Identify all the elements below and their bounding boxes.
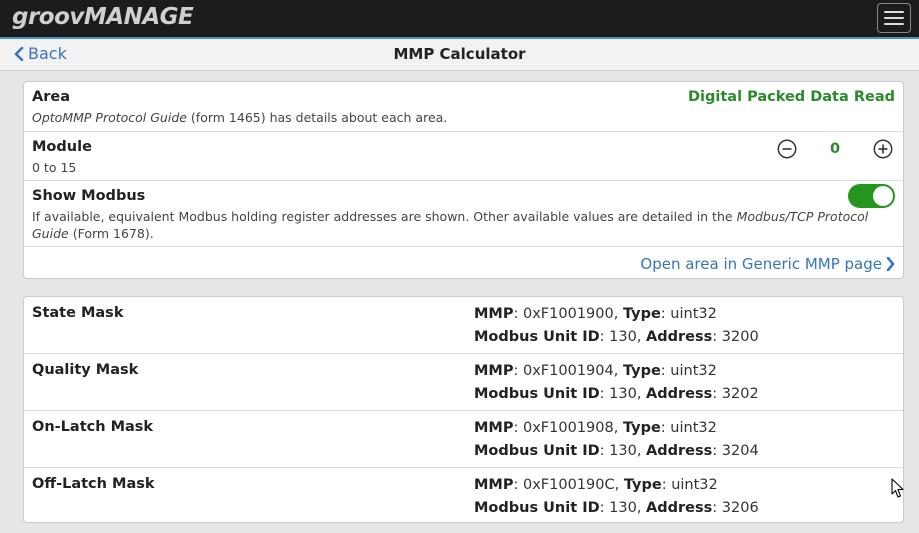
address-key: Address xyxy=(646,328,713,345)
table-row: Quality Mask MMP: 0xF1001904, Type: uint… xyxy=(24,353,903,410)
menu-button[interactable] xyxy=(877,3,911,33)
groov-manage-logo: groovMANAGE xyxy=(12,4,194,30)
results-panel: State Mask MMP: 0xF1001900, Type: uint32… xyxy=(23,296,904,523)
link-row: Open area in Generic MMP page xyxy=(24,246,903,279)
open-generic-mmp-label: Open area in Generic MMP page xyxy=(640,255,882,273)
result-info: MMP: 0xF1001904, Type: uint32 Modbus Uni… xyxy=(474,363,759,402)
mmp-key: MMP xyxy=(474,477,514,493)
unit-id-value: 130 xyxy=(609,499,637,516)
type-key: Type xyxy=(622,306,661,322)
plus-circle-icon[interactable] xyxy=(873,139,893,159)
result-info: MMP: 0xF1001908, Type: uint32 Modbus Uni… xyxy=(474,420,759,459)
mmp-value: 0xF1001904 xyxy=(523,363,614,379)
nav-bar: Back MMP Calculator xyxy=(0,39,919,71)
address-key: Address xyxy=(646,385,713,402)
area-label: Area xyxy=(32,89,70,105)
address-value: 3206 xyxy=(721,499,759,516)
chevron-right-icon xyxy=(886,257,895,271)
mmp-value: 0xF100190C xyxy=(523,477,615,493)
unit-id-value: 130 xyxy=(609,442,637,459)
table-row: State Mask MMP: 0xF1001900, Type: uint32… xyxy=(24,297,903,353)
unit-id-value: 130 xyxy=(609,385,637,402)
unit-id-value: 130 xyxy=(609,328,637,345)
toggle-knob xyxy=(873,186,893,206)
address-key: Address xyxy=(646,442,713,459)
modbus-description: If available, equivalent Modbus holding … xyxy=(32,209,882,242)
result-name: Off-Latch Mask xyxy=(32,476,155,492)
hamburger-icon xyxy=(884,11,904,13)
modbus-desc-part1: If available, equivalent Modbus holding … xyxy=(32,209,737,224)
result-name: State Mask xyxy=(32,305,124,321)
result-info: MMP: 0xF1001900, Type: uint32 Modbus Uni… xyxy=(474,306,759,345)
modbus-desc-part2: (Form 1678). xyxy=(68,225,154,241)
module-label: Module xyxy=(32,139,92,155)
area-description: OptoMMP Protocol Guide (form 1465) has d… xyxy=(32,110,447,125)
result-name: Quality Mask xyxy=(32,362,139,378)
address-value: 3202 xyxy=(721,385,759,402)
address-value: 3200 xyxy=(721,328,759,345)
mmp-value: 0xF1001908 xyxy=(523,420,614,436)
top-app-bar: groovMANAGE xyxy=(0,0,919,37)
open-generic-mmp-link[interactable]: Open area in Generic MMP page xyxy=(640,255,895,273)
table-row: Off-Latch Mask MMP: 0xF100190C, Type: ui… xyxy=(24,467,903,523)
unit-id-key: Modbus Unit ID xyxy=(474,499,600,516)
unit-id-key: Modbus Unit ID xyxy=(474,442,600,459)
unit-id-key: Modbus Unit ID xyxy=(474,328,600,345)
settings-panel: Area OptoMMP Protocol Guide (form 1465) … xyxy=(23,81,904,279)
module-range: 0 to 15 xyxy=(32,160,77,175)
type-value: uint32 xyxy=(670,363,717,379)
result-name: On-Latch Mask xyxy=(32,419,154,435)
type-value: uint32 xyxy=(670,306,717,322)
area-value: Digital Packed Data Read xyxy=(688,89,895,105)
logo-part2: MANAGE xyxy=(83,4,194,30)
unit-id-key: Modbus Unit ID xyxy=(474,385,600,402)
address-value: 3204 xyxy=(721,442,759,459)
modbus-row: Show Modbus If available, equivalent Mod… xyxy=(24,180,903,246)
module-row: Module 0 to 15 0 xyxy=(24,131,903,180)
mmp-key: MMP xyxy=(474,306,514,322)
mouse-pointer-icon xyxy=(891,478,904,498)
type-value: uint32 xyxy=(671,477,718,493)
address-key: Address xyxy=(646,499,713,516)
area-row[interactable]: Area OptoMMP Protocol Guide (form 1465) … xyxy=(24,82,903,131)
module-value: 0 xyxy=(829,141,841,157)
minus-circle-icon[interactable] xyxy=(777,139,797,159)
page-title: MMP Calculator xyxy=(393,45,526,63)
modbus-label: Show Modbus xyxy=(32,188,146,204)
table-row: On-Latch Mask MMP: 0xF1001908, Type: uin… xyxy=(24,410,903,467)
module-stepper: 0 xyxy=(777,139,893,159)
type-key: Type xyxy=(622,420,661,436)
mmp-key: MMP xyxy=(474,420,514,436)
area-doc-title: OptoMMP Protocol Guide xyxy=(32,110,187,125)
mmp-key: MMP xyxy=(474,363,514,379)
result-info: MMP: 0xF100190C, Type: uint32 Modbus Uni… xyxy=(474,477,759,516)
type-key: Type xyxy=(623,477,662,493)
type-value: uint32 xyxy=(670,420,717,436)
type-key: Type xyxy=(622,363,661,379)
show-modbus-toggle[interactable] xyxy=(848,184,895,208)
area-doc-rest: (form 1465) has details about each area. xyxy=(186,110,448,125)
mmp-value: 0xF1001900 xyxy=(523,306,614,322)
logo-part1: groov xyxy=(12,4,84,30)
